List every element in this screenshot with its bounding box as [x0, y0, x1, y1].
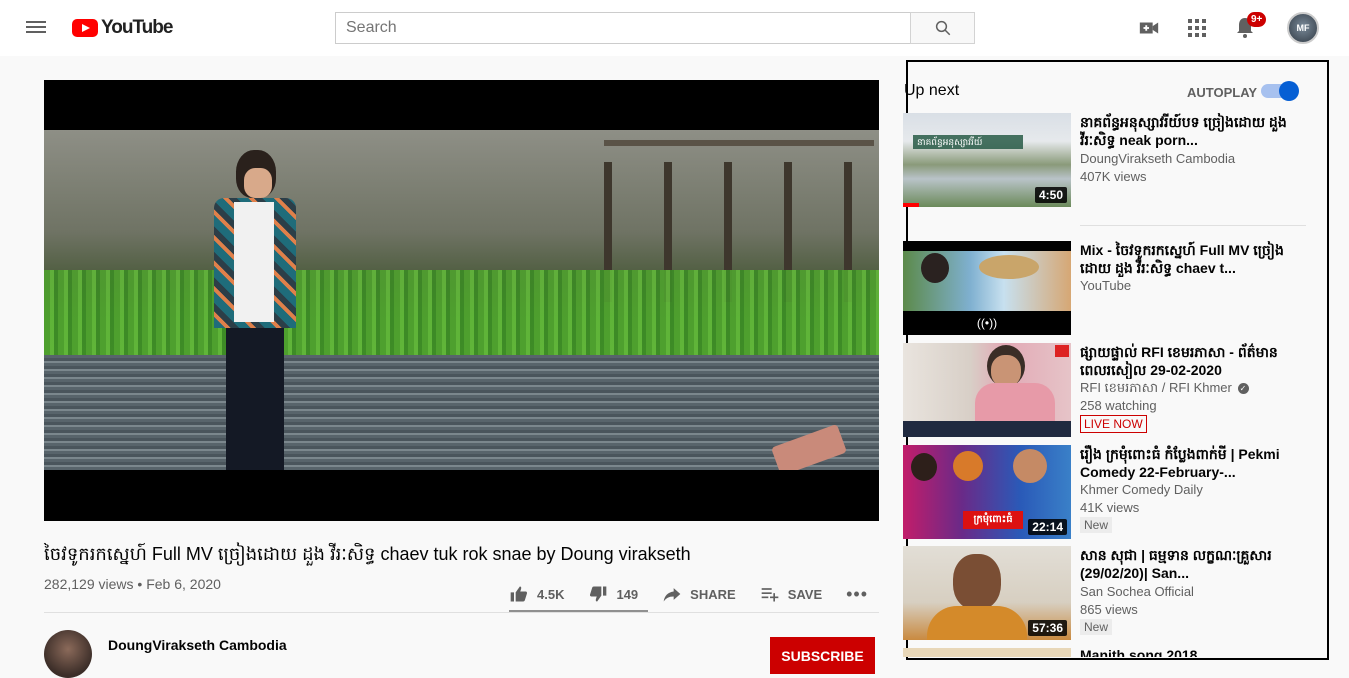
up-next-heading: Up next — [904, 82, 960, 99]
recommended-view-count: 258 watching — [1080, 398, 1157, 413]
recommended-channel-name: San Sochea Official — [1080, 584, 1194, 599]
recommended-video-title[interactable]: ផ្សាយផ្ទាល់ RFI ខេមរភាសា - ព័ត៌មានពេលរសៀ… — [1080, 343, 1295, 379]
recommended-video-title[interactable]: នាគព័ន្ធអនុស្សាវរីយ៍បទ ច្រៀងដោយ ដួង វីរៈ… — [1080, 113, 1295, 149]
recommended-video-title[interactable]: សាន សុជា | ធម្មទាន លក្ខណៈគ្រួសារ (29/02/… — [1080, 546, 1295, 582]
new-badge: New — [1080, 619, 1113, 635]
video-thumbnail[interactable]: នាគព័ន្ធអនុស្សាវរីយ៍ 4:50 — [903, 113, 1071, 207]
autoplay-label: AUTOPLAY — [1187, 85, 1258, 100]
video-meta: 282,129 views • Feb 6, 2020 — [44, 576, 221, 592]
logo-text: YouTube — [101, 17, 173, 38]
search-button[interactable] — [910, 12, 975, 44]
video-title: ចៃវទូករកស្នេហ៍ Full MV ច្រៀងដោយ ដួង វីរៈ… — [44, 544, 691, 564]
video-thumbnail[interactable] — [903, 648, 1071, 657]
video-frame — [44, 130, 879, 470]
youtube-play-icon — [72, 19, 98, 37]
new-badge: New — [1080, 517, 1113, 533]
autoplay-toggle[interactable] — [1261, 81, 1299, 101]
meta-separator: • — [137, 576, 147, 592]
live-thumbnail[interactable] — [903, 343, 1071, 437]
view-count: 282,129 views — [44, 576, 134, 592]
video-actions: 4.5K 149 SHARE SAVE ••• — [509, 576, 868, 612]
recommended-channel-name: RFI ខេមរភាសា / RFI Khmer ✓ — [1080, 380, 1249, 399]
video-duration: 22:14 — [1028, 519, 1067, 535]
save-button[interactable]: SAVE — [760, 584, 822, 604]
recommended-channel-name: YouTube — [1080, 278, 1132, 293]
video-player[interactable] — [44, 80, 879, 521]
mix-thumbnail[interactable]: ((•)) — [903, 241, 1071, 335]
account-avatar[interactable]: MF — [1287, 12, 1319, 44]
top-bar: YouTube 9+ MF — [0, 0, 1349, 56]
apps-grid-icon[interactable] — [1185, 16, 1209, 40]
recommended-channel-name: Khmer Comedy Daily — [1080, 482, 1203, 497]
dislike-count: 149 — [616, 586, 639, 602]
notification-badge: 9+ — [1247, 12, 1267, 27]
playlist-add-icon — [760, 584, 780, 604]
more-actions-icon[interactable]: ••• — [846, 584, 868, 605]
share-arrow-icon — [662, 584, 682, 604]
mix-radio-icon: ((•)) — [903, 311, 1071, 335]
sentiment-bar — [509, 610, 649, 612]
save-label: SAVE — [787, 586, 823, 602]
video-thumbnail[interactable]: ក្រមុំពោះធំ 22:14 — [903, 445, 1071, 539]
sidebar-divider — [1080, 225, 1306, 226]
live-now-badge: LIVE NOW — [1080, 415, 1147, 433]
like-count: 4.5K — [537, 586, 565, 602]
info-divider — [44, 612, 879, 613]
channel-name-text: RFI ខេមរភាសា / RFI Khmer — [1080, 380, 1232, 395]
search-input[interactable] — [335, 12, 911, 44]
video-duration: 57:36 — [1028, 620, 1067, 636]
publish-date: Feb 6, 2020 — [146, 576, 221, 592]
recommended-view-count: 41K views — [1080, 500, 1140, 515]
channel-name[interactable]: DoungVirakseth Cambodia — [108, 637, 287, 653]
recommended-video-title[interactable]: រឿង ក្រមុំពោះធំ កំប្លែងពាក់មី | Pekmi Co… — [1080, 445, 1295, 481]
video-thumbnail[interactable]: 57:36 — [903, 546, 1071, 640]
channel-avatar[interactable] — [44, 630, 92, 678]
verified-check-icon: ✓ — [1237, 383, 1249, 395]
youtube-logo[interactable]: YouTube — [72, 16, 173, 40]
recommended-view-count: 407K views — [1080, 169, 1147, 184]
thumbs-up-icon — [509, 584, 529, 604]
recommended-video-title[interactable]: Manith song 2018 — [1080, 646, 1295, 657]
hamburger-menu-icon[interactable] — [24, 18, 48, 38]
share-label: SHARE — [690, 586, 736, 602]
thumbnail-caption: ក្រមុំពោះធំ — [963, 511, 1023, 529]
recommended-view-count: 865 views — [1080, 602, 1138, 617]
like-button[interactable]: 4.5K — [509, 584, 564, 604]
subscribe-button[interactable]: SUBSCRIBE — [770, 637, 875, 674]
create-video-icon[interactable] — [1137, 16, 1161, 40]
recommended-video-title[interactable]: Mix - ចៃវទូករកស្នេហ៍ Full MV ច្រៀងដោយ ដួ… — [1080, 241, 1295, 277]
share-button[interactable]: SHARE — [662, 584, 736, 604]
watch-progress-bar — [903, 203, 919, 207]
recommended-channel-name: DoungVirakseth Cambodia — [1080, 151, 1236, 166]
thumbs-down-icon — [588, 584, 608, 604]
search-icon — [935, 20, 950, 36]
video-duration: 4:50 — [1034, 187, 1067, 203]
thumbnail-caption: នាគព័ន្ធអនុស្សាវរីយ៍ — [913, 135, 1023, 149]
toggle-knob — [1279, 81, 1299, 101]
dislike-button[interactable]: 149 — [588, 584, 638, 604]
